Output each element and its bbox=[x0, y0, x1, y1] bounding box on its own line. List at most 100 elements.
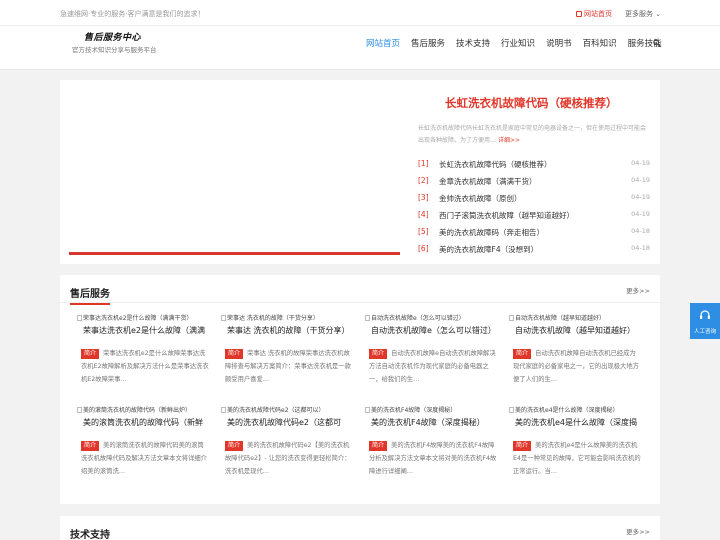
thumbnail-alt-text: 美的洗衣机F4故障（深度揭秘） bbox=[371, 407, 457, 414]
article-thumbnail[interactable]: 美的洗衣机e4是什么故障（深度揭秘） bbox=[509, 405, 642, 414]
news-item[interactable]: [5] 美的洗衣机故障码（奔走相告） 04-18 bbox=[418, 224, 650, 241]
site-logo-subtitle: 官方技术知识分享与服务平台 bbox=[72, 46, 157, 54]
hero-more-link[interactable]: 详细>> bbox=[498, 137, 520, 144]
article-title[interactable]: 美的洗衣机e4是什么故障（深度揭 bbox=[515, 417, 642, 428]
nav-item-after-sales[interactable]: 售后服务 bbox=[411, 37, 445, 49]
news-item[interactable]: [6] 美的洗衣机故障F4（没想到） 04-18 bbox=[418, 241, 650, 258]
main-nav: 网站首页 售后服务 技术支持 行业知识 说明书 百科知识 服务技能 bbox=[366, 37, 673, 49]
news-title[interactable]: 西门子滚筒洗衣机故障（越早知道越好） bbox=[439, 210, 574, 221]
search-icon[interactable] bbox=[653, 39, 661, 47]
thumbnail-alt-text: 美的滚筒洗衣机的故障代码（新鲜出炉） bbox=[83, 407, 192, 414]
intro-tag: 简介 bbox=[513, 441, 532, 451]
section-more-link[interactable]: 更多>> bbox=[626, 285, 650, 295]
news-title[interactable]: 美的洗衣机故障码（奔走相告） bbox=[439, 227, 544, 238]
hero-title[interactable]: 长虹洗衣机故障代码（硬核推荐） bbox=[445, 95, 618, 111]
article-brief: 简介 美的洗衣机F4故障美的洗衣机F4故障分析及解决方法文章本文将对美的洗衣机F4… bbox=[369, 439, 498, 478]
article-thumbnail[interactable]: 自动洗衣机故障e（怎么可以错过） bbox=[365, 313, 498, 322]
article-brief-text: 荣事达洗衣机e2是什么故障荣事达洗衣机E2故障解析及解决方法什么是荣事达洗衣机E… bbox=[81, 350, 209, 383]
news-title[interactable]: 美的洗衣机故障F4（没想到） bbox=[439, 244, 538, 255]
home-icon bbox=[576, 11, 582, 17]
news-title[interactable]: 金帅洗衣机故障（原创） bbox=[439, 193, 522, 204]
article-brief: 简介 美的滚筒洗衣机的故障代码美的滚筒洗衣机故障代码及解决方法文章本文将详细介绍美… bbox=[81, 439, 210, 478]
broken-image-icon bbox=[509, 315, 514, 321]
news-date: 04-19 bbox=[631, 193, 650, 201]
news-item[interactable]: [1] 长虹洗衣机故障代码（硬核推荐） 04-19 bbox=[418, 156, 650, 173]
article-title[interactable]: 荣事达 洗衣机的故障（干货分享） bbox=[227, 325, 354, 336]
intro-tag: 简介 bbox=[369, 441, 388, 451]
article-title[interactable]: 自动洗衣机故障（越早知道越好） bbox=[515, 325, 642, 336]
intro-tag: 简介 bbox=[513, 349, 532, 359]
news-date: 04-18 bbox=[631, 244, 650, 252]
broken-image-icon bbox=[221, 315, 226, 321]
article-title[interactable]: 美的洗衣机F4故障（深度揭秘） bbox=[371, 417, 498, 428]
banner-image[interactable] bbox=[69, 89, 400, 255]
site-header: 售后服务中心 官方技术知识分享与服务平台 网站首页 售后服务 技术支持 行业知识… bbox=[0, 26, 720, 70]
article-card[interactable]: 美的洗衣机F4故障（深度揭秘） 美的洗衣机F4故障（深度揭秘） 简介 美的洗衣机F… bbox=[365, 405, 498, 489]
article-brief-text: 美的洗衣机e4是什么故障美的洗衣机E4是一种常见的故障，它可能会影响洗衣机的正常… bbox=[513, 442, 641, 475]
intro-tag: 简介 bbox=[225, 441, 244, 451]
intro-tag: 简介 bbox=[369, 349, 388, 359]
news-number: [2] bbox=[418, 176, 429, 185]
article-card[interactable]: 自动洗衣机故障（越早知道越好） 自动洗衣机故障（越早知道越好） 简介 自动洗衣机故… bbox=[509, 313, 642, 397]
article-brief: 简介 美的洗衣机故障代码e2【美的洗衣机故障代码e2】- 让您的洗衣变得更轻松简介… bbox=[225, 439, 354, 478]
news-item[interactable]: [2] 金章洗衣机故障（满满干货） 04-19 bbox=[418, 173, 650, 190]
article-card[interactable]: 美的洗衣机e4是什么故障（深度揭秘） 美的洗衣机e4是什么故障（深度揭 简介 美的… bbox=[509, 405, 642, 489]
nav-item-manual[interactable]: 说明书 bbox=[546, 37, 572, 49]
intro-tag: 简介 bbox=[81, 441, 100, 451]
nav-item-tech-support[interactable]: 技术支持 bbox=[456, 37, 490, 49]
article-thumbnail[interactable]: 美的洗衣机故障代码e2（这都可以） bbox=[221, 405, 354, 414]
article-title[interactable]: 美的洗衣机故障代码e2（这都可 bbox=[227, 417, 354, 428]
nav-item-encyclopedia[interactable]: 百科知识 bbox=[583, 37, 617, 49]
home-link[interactable]: 网站首页 bbox=[576, 9, 612, 19]
article-card[interactable]: 荣事达洗衣机e2是什么故障（满满干货） 荣事达洗衣机e2是什么故障（满满 简介荣… bbox=[77, 313, 210, 397]
section-more-link[interactable]: 更多>> bbox=[626, 526, 650, 536]
thumbnail-alt-text: 自动洗衣机故障（越早知道越好） bbox=[515, 315, 606, 322]
article-title[interactable]: 自动洗衣机故障e（怎么可以错过） bbox=[371, 325, 498, 336]
article-card[interactable]: 美的滚筒洗衣机的故障代码（新鲜出炉） 美的滚筒洗衣机的故障代码（新鲜 简介 美的滚… bbox=[77, 405, 210, 489]
article-brief-text: 美的洗衣机F4故障美的洗衣机F4故障分析及解决方法文章本文将对美的洗衣机F4故障… bbox=[369, 442, 497, 475]
article-card[interactable]: 荣事达 洗衣机的故障（干货分享） 荣事达 洗衣机的故障（干货分享） 简介 荣事达 … bbox=[221, 313, 354, 397]
article-brief-text: 美的洗衣机故障代码e2【美的洗衣机故障代码e2】- 让您的洗衣变得更轻松简介：洗… bbox=[225, 442, 351, 475]
hero-description-text: 长虹洗衣机故障代码长虹洗衣机是家庭中常见的电器设备之一，但在使用过程中可能会出现… bbox=[418, 125, 647, 144]
news-title[interactable]: 长虹洗衣机故障代码（硬核推荐） bbox=[439, 159, 552, 170]
article-card[interactable]: 自动洗衣机故障e（怎么可以错过） 自动洗衣机故障e（怎么可以错过） 简介 自动洗衣… bbox=[365, 313, 498, 397]
broken-image-icon bbox=[221, 407, 226, 413]
article-brief: 简介 荣事达洗衣机e2是什么故障荣事达洗衣机E2故障解析及解决方法什么是荣事达洗衣… bbox=[81, 347, 210, 386]
after-sales-section: 售后服务 更多>> 荣事达洗衣机e2是什么故障（满满干货） 荣事达洗衣机e2是什… bbox=[60, 275, 660, 504]
article-brief: 简介 自动洗衣机故障自动洗衣机已经成为现代家庭的必备家电之一，它的出现极大地方便了… bbox=[513, 347, 642, 386]
article-thumbnail[interactable]: 荣事达 洗衣机的故障（干货分享） bbox=[221, 313, 354, 322]
news-item[interactable]: [4] 西门子滚筒洗衣机故障（越早知道越好） 04-19 bbox=[418, 207, 650, 224]
news-title[interactable]: 金章洗衣机故障（满满干货） bbox=[439, 176, 537, 187]
broken-image-icon bbox=[509, 407, 514, 413]
article-card[interactable]: 美的洗衣机故障代码e2（这都可以） 美的洗衣机故障代码e2（这都可 简介 美的洗衣… bbox=[221, 405, 354, 489]
banner-progress-bar bbox=[69, 252, 400, 255]
thumbnail-alt-text: 自动洗衣机故障e（怎么可以错过） bbox=[371, 315, 465, 322]
news-item[interactable]: [3] 金帅洗衣机故障（原创） 04-19 bbox=[418, 190, 650, 207]
section-title: 技术支持 bbox=[70, 526, 110, 540]
broken-image-icon bbox=[77, 315, 82, 321]
article-brief-text: 自动洗衣机故障e自动洗衣机故障解决方法自动洗衣机作为现代家庭的必备电器之一，给我… bbox=[369, 350, 496, 383]
article-thumbnail[interactable]: 荣事达洗衣机e2是什么故障（满满干货） bbox=[77, 313, 210, 322]
thumbnail-alt-text: 荣事达 洗衣机的故障（干货分享） bbox=[227, 315, 319, 322]
article-thumbnail[interactable]: 美的滚筒洗衣机的故障代码（新鲜出炉） bbox=[77, 405, 210, 414]
site-logo[interactable]: 售后服务中心 bbox=[84, 30, 141, 43]
article-thumbnail[interactable]: 美的洗衣机F4故障（深度揭秘） bbox=[365, 405, 498, 414]
news-date: 04-19 bbox=[631, 159, 650, 167]
news-number: [6] bbox=[418, 244, 429, 253]
article-brief-text: 美的滚筒洗衣机的故障代码美的滚筒洗衣机故障代码及解决方法文章本文将详细介绍美的滚… bbox=[81, 442, 207, 475]
news-number: [5] bbox=[418, 227, 429, 236]
article-thumbnail[interactable]: 自动洗衣机故障（越早知道越好） bbox=[509, 313, 642, 322]
article-title[interactable]: 荣事达洗衣机e2是什么故障（满满 bbox=[83, 325, 210, 336]
hero-description: 长虹洗衣机故障代码长虹洗衣机是家庭中常见的电器设备之一，但在使用过程中可能会出现… bbox=[418, 123, 650, 147]
thumbnail-alt-text: 美的洗衣机e4是什么故障（深度揭秘） bbox=[515, 407, 619, 414]
tech-support-section: 技术支持 更多>> bbox=[60, 516, 660, 540]
nav-item-home[interactable]: 网站首页 bbox=[366, 37, 400, 49]
site-slogan: 急速维网·专业的服务·客户满意是我们的追求！ bbox=[60, 10, 205, 18]
article-title[interactable]: 美的滚筒洗衣机的故障代码（新鲜 bbox=[83, 417, 210, 428]
more-services-dropdown[interactable]: 更多服务 ⌄ bbox=[625, 9, 661, 19]
section-header: 售后服务 更多>> bbox=[60, 275, 660, 305]
customer-service-button[interactable]: 人工咨询 bbox=[690, 303, 720, 339]
nav-item-industry[interactable]: 行业知识 bbox=[501, 37, 535, 49]
hero-panel: 长虹洗衣机故障代码（硬核推荐） 长虹洗衣机故障代码长虹洗衣机是家庭中常见的电器设… bbox=[60, 80, 660, 264]
article-brief: 简介 自动洗衣机故障e自动洗衣机故障解决方法自动洗衣机作为现代家庭的必备电器之一，… bbox=[369, 347, 498, 386]
